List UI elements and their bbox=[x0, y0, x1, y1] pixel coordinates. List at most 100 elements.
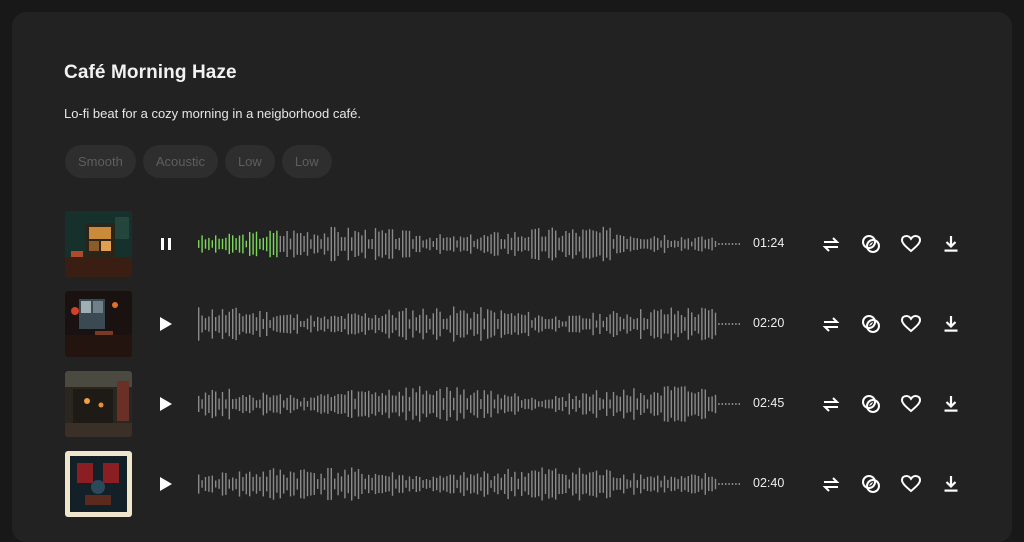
waveform-bar bbox=[303, 397, 305, 411]
waveform-bar bbox=[313, 234, 315, 254]
download-button[interactable] bbox=[938, 471, 964, 497]
waveform-bar bbox=[340, 316, 343, 332]
like-button[interactable] bbox=[898, 391, 924, 417]
waveform-bar bbox=[636, 480, 638, 488]
waveform-bar bbox=[317, 395, 319, 413]
waveform-bar bbox=[646, 239, 649, 249]
tag-chip[interactable]: Low bbox=[281, 145, 332, 178]
remix-button[interactable] bbox=[858, 231, 884, 257]
waveform-bar bbox=[221, 472, 224, 496]
play-button[interactable] bbox=[153, 391, 179, 417]
waveform-bar bbox=[310, 472, 312, 496]
waveform-bar bbox=[446, 237, 448, 251]
remix-button[interactable] bbox=[858, 311, 884, 337]
waveform-bar bbox=[514, 232, 516, 256]
like-button[interactable] bbox=[898, 231, 924, 257]
download-icon bbox=[944, 236, 958, 252]
waveform-bar bbox=[354, 313, 356, 335]
track-artwork[interactable] bbox=[65, 211, 132, 277]
pause-button[interactable] bbox=[153, 231, 179, 257]
download-button[interactable] bbox=[938, 311, 964, 337]
waveform-bar bbox=[357, 469, 360, 499]
waveform-bar bbox=[232, 399, 234, 409]
waveform-bar bbox=[449, 390, 451, 418]
waveform-bar bbox=[412, 479, 414, 490]
waveform-bar bbox=[623, 236, 625, 252]
waveform-bar bbox=[640, 239, 642, 249]
like-button[interactable] bbox=[898, 311, 924, 337]
track-artwork[interactable] bbox=[65, 371, 132, 437]
waveform-bar bbox=[266, 394, 268, 414]
waveform-bar bbox=[262, 471, 264, 497]
waveform-bar bbox=[670, 307, 672, 341]
waveform-bar bbox=[514, 315, 516, 333]
tag-chip[interactable]: Low bbox=[224, 145, 275, 178]
waveform-bar bbox=[697, 392, 700, 416]
waveform-bar bbox=[449, 237, 451, 251]
download-button[interactable] bbox=[938, 231, 964, 257]
repeat-button[interactable] bbox=[818, 311, 844, 337]
like-button[interactable] bbox=[898, 471, 924, 497]
repeat-button[interactable] bbox=[818, 231, 844, 257]
waveform-bar bbox=[402, 310, 404, 338]
waveform-bar bbox=[198, 307, 200, 341]
waveform-bar bbox=[361, 235, 363, 253]
waveform-seekbar[interactable] bbox=[198, 384, 742, 424]
waveform-bar bbox=[266, 311, 268, 336]
waveform-bar bbox=[609, 314, 611, 334]
waveform-bar bbox=[381, 393, 383, 415]
waveform-bar bbox=[527, 399, 530, 409]
waveform-bar bbox=[677, 310, 679, 338]
waveform-bar bbox=[517, 313, 519, 335]
remix-button[interactable] bbox=[858, 471, 884, 497]
waveform-seekbar[interactable] bbox=[198, 304, 742, 344]
waveform-bar bbox=[374, 473, 377, 495]
download-button[interactable] bbox=[938, 391, 964, 417]
waveform-bar bbox=[480, 399, 482, 409]
waveform-bar bbox=[317, 479, 319, 489]
waveform-bar bbox=[565, 401, 567, 407]
waveform-bar bbox=[466, 313, 468, 335]
waveform-bar bbox=[582, 318, 584, 330]
playlist-description: Lo-fi beat for a cozy morning in a neigb… bbox=[64, 106, 362, 121]
waveform-seekbar[interactable] bbox=[198, 224, 742, 264]
waveform-bar bbox=[269, 397, 271, 411]
waveform-bar bbox=[218, 315, 220, 333]
waveform-bar bbox=[303, 236, 305, 252]
tag-chip[interactable]: Acoustic bbox=[142, 145, 218, 178]
waveform-bar bbox=[589, 472, 591, 496]
waveform-seekbar[interactable] bbox=[198, 464, 742, 504]
waveform-bar bbox=[493, 476, 496, 493]
waveform-bar bbox=[534, 399, 536, 409]
waveform-bar bbox=[558, 473, 560, 495]
waveform-bar bbox=[558, 237, 560, 251]
tag-chip[interactable]: Smooth bbox=[65, 145, 136, 178]
waveform-bar bbox=[388, 309, 390, 339]
waveform-bar bbox=[286, 231, 288, 257]
waveform-bar bbox=[490, 390, 492, 418]
waveform-bar bbox=[442, 238, 445, 250]
waveform-bar bbox=[643, 395, 645, 413]
waveform-bar bbox=[296, 478, 298, 490]
waveform-bar bbox=[636, 398, 638, 410]
remix-button[interactable] bbox=[858, 391, 884, 417]
waveform-bar bbox=[660, 240, 662, 248]
remix-icon bbox=[862, 475, 880, 493]
waveform-bar bbox=[487, 309, 489, 339]
play-button[interactable] bbox=[153, 471, 179, 497]
track-artwork[interactable] bbox=[65, 291, 132, 357]
waveform-bar bbox=[476, 390, 479, 418]
waveform-bar bbox=[276, 475, 278, 493]
waveform-bar bbox=[361, 316, 363, 332]
waveform-bar bbox=[232, 235, 234, 253]
waveform-bar bbox=[565, 474, 567, 494]
waveform-bar bbox=[228, 388, 230, 420]
track-artwork[interactable] bbox=[65, 451, 132, 517]
waveform-bar bbox=[524, 476, 526, 492]
repeat-button[interactable] bbox=[818, 471, 844, 497]
waveform-bar bbox=[204, 318, 207, 330]
waveform-bar bbox=[555, 396, 557, 412]
play-button[interactable] bbox=[153, 311, 179, 337]
waveform-bar bbox=[306, 471, 309, 497]
repeat-button[interactable] bbox=[818, 391, 844, 417]
